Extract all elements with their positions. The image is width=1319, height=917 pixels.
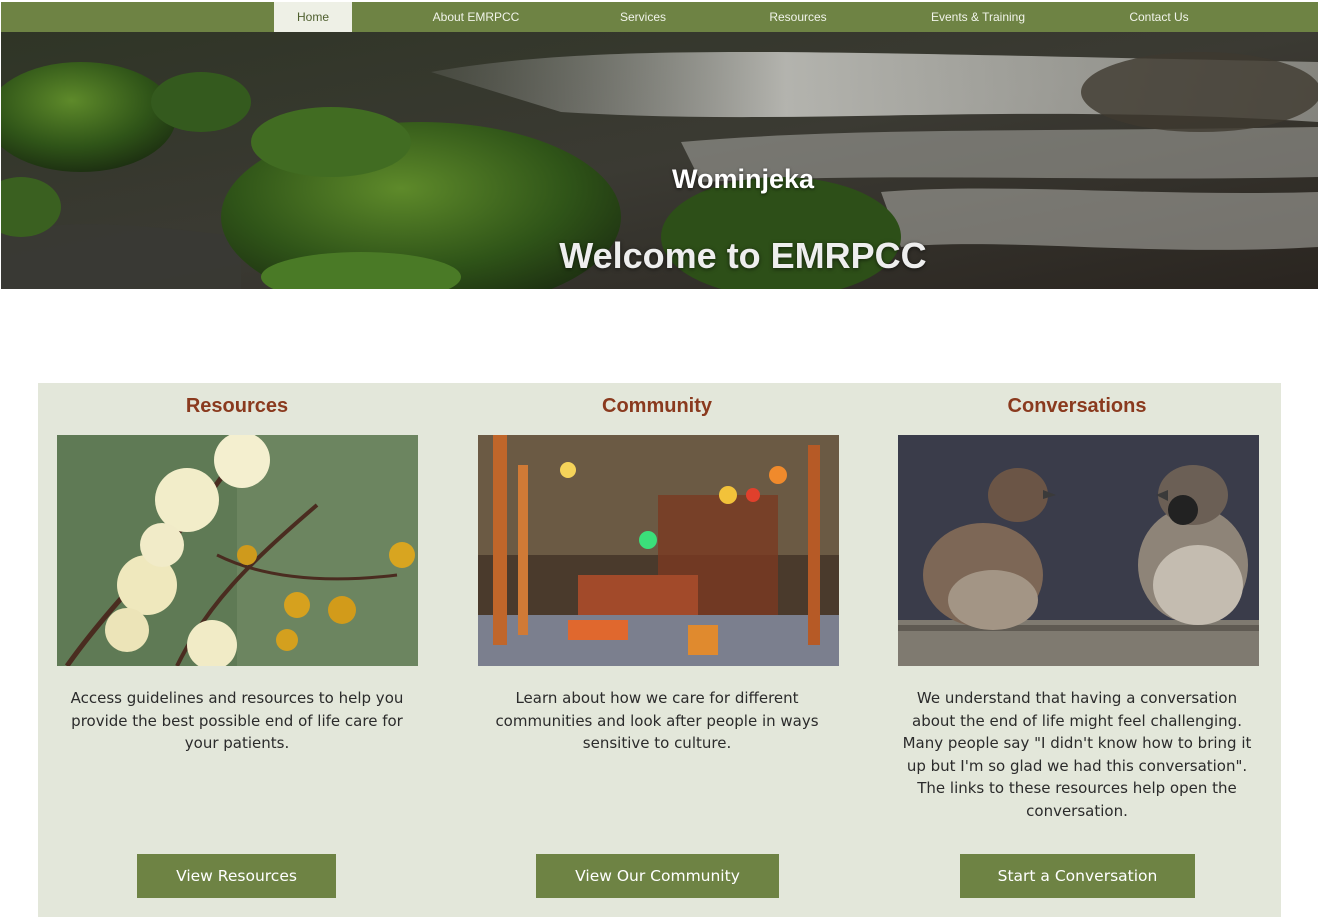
card-description: We understand that having a conversation… <box>902 689 1252 820</box>
community-installation-image <box>478 435 839 666</box>
view-our-community-button[interactable]: View Our Community <box>536 854 779 898</box>
card-description: Access guidelines and resources to help … <box>70 689 404 752</box>
start-a-conversation-button[interactable]: Start a Conversation <box>960 854 1195 898</box>
top-nav: Home About EMRPCC Services Resources Eve… <box>1 2 1318 32</box>
nav-services[interactable]: Services <box>576 2 710 32</box>
card-community: Community Learn about how we care for di… <box>458 383 878 917</box>
card-heading: Resources <box>185 395 289 417</box>
card-description: Learn about how we care for different co… <box>495 689 819 752</box>
card-resources: Resources Access guidelines and resource… <box>38 383 458 917</box>
card-heading: Conversations <box>1007 395 1147 417</box>
nav-events-training[interactable]: Events & Training <box>896 2 1060 32</box>
hero-title: Welcome to EMRPCC <box>559 235 927 276</box>
nav-resources[interactable]: Resources <box>731 2 865 32</box>
wattle-flowers-image <box>57 435 418 666</box>
nav-contact[interactable]: Contact Us <box>1091 2 1227 32</box>
hero-banner: Wominjeka Welcome to EMRPCC <box>1 32 1318 289</box>
feature-cards-panel: Resources Access guidelines and resource… <box>38 383 1281 917</box>
hero-subtitle: Wominjeka <box>671 164 815 194</box>
card-heading: Community <box>602 395 712 417</box>
nav-home[interactable]: Home <box>274 2 352 32</box>
sparrows-image <box>898 435 1259 666</box>
nav-about[interactable]: About EMRPCC <box>401 2 551 32</box>
view-resources-button[interactable]: View Resources <box>137 854 336 898</box>
card-conversations: Conversations We understand that having … <box>878 383 1298 917</box>
